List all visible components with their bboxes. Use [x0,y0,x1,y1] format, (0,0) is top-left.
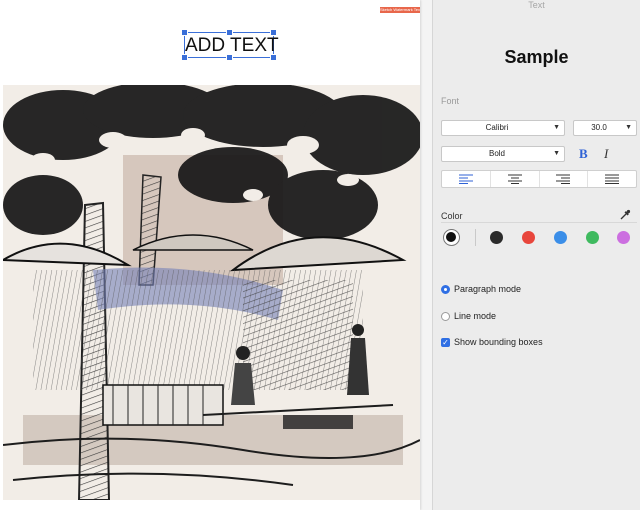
color-swatch-purple[interactable] [617,231,630,244]
chevron-down-icon: ▼ [553,124,560,131]
align-left-icon [458,174,473,184]
line-mode-radio[interactable] [441,311,450,321]
resize-handle-tr[interactable] [270,29,277,36]
resize-handle-tm[interactable] [226,29,233,36]
color-swatch-red[interactable] [522,231,535,244]
chevron-down-icon: ▼ [553,150,560,157]
color-section-label: Color [441,211,463,221]
color-swatch-black[interactable] [490,231,503,244]
text-alignment-group [441,170,637,188]
color-swatch-green[interactable] [586,231,599,244]
checkmark-icon[interactable]: ✓ [441,337,450,347]
panel-title: Text [528,0,545,10]
paragraph-mode-option[interactable]: Paragraph mode [441,284,521,294]
eyedropper-icon[interactable] [619,208,631,226]
line-mode-option[interactable]: Line mode [441,311,496,321]
font-section-label: Font [441,96,460,106]
align-right-icon [556,174,571,184]
paragraph-mode-radio[interactable] [441,284,450,294]
italic-toggle-button[interactable]: I [604,146,608,162]
watermark-badge: Sketch Watermark Text [380,7,420,13]
font-weight-select[interactable]: Bold ▼ [441,146,565,162]
align-justify-icon [605,174,620,184]
sketch-image [3,85,420,500]
color-swatch-selected[interactable] [443,229,460,246]
resize-handle-bl[interactable] [181,54,188,61]
text-properties-panel: Text Sample Font Calibri ▼ 30.0 ▼ Bold ▼… [432,0,640,510]
color-swatch-selected-fill [446,232,456,242]
line-mode-label: Line mode [454,311,497,321]
show-bounding-boxes-option[interactable]: ✓ Show bounding boxes [441,337,543,347]
bold-toggle-button[interactable]: B [579,146,588,162]
resize-handle-bm[interactable] [226,54,233,61]
divider [475,229,476,246]
divider [441,222,637,223]
text-box-selected[interactable]: ADD TEXT [181,29,279,61]
resize-handle-tl[interactable] [181,29,188,36]
resize-handle-br[interactable] [270,54,277,61]
align-justify-button[interactable] [588,171,636,187]
show-bounding-boxes-label: Show bounding boxes [454,337,543,347]
chevron-down-icon: ▼ [625,124,632,131]
font-size-value: 30.0 [591,123,607,132]
align-center-icon [507,174,522,184]
align-left-button[interactable] [442,171,491,187]
sample-text-preview: Sample [504,47,569,67]
font-size-select[interactable]: 30.0 ▼ [573,120,637,136]
font-family-select[interactable]: Calibri ▼ [441,120,565,136]
align-center-button[interactable] [491,171,540,187]
paragraph-mode-label: Paragraph mode [454,284,522,294]
font-family-value: Calibri [485,123,509,132]
align-right-button[interactable] [540,171,589,187]
font-weight-value: Bold [488,149,505,158]
canvas-area: Sketch Watermark Text ADD TEXT [0,0,432,510]
document-page[interactable]: Sketch Watermark Text ADD TEXT [0,0,420,510]
color-swatch-blue[interactable] [554,231,567,244]
